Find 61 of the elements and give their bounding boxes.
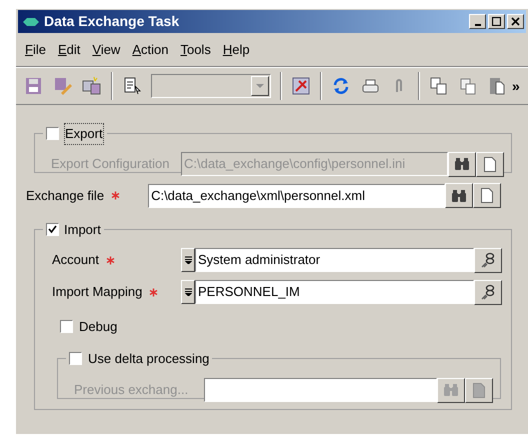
lookup-icon	[480, 252, 496, 268]
field-label: Exchange file	[26, 186, 106, 205]
document-icon	[481, 188, 494, 203]
text-field[interactable]	[204, 378, 437, 402]
close-icon	[511, 17, 520, 26]
document-icon	[487, 76, 507, 96]
window-title: Data Exchange Task	[44, 12, 180, 31]
minimize-button[interactable]	[469, 14, 486, 29]
menu-item[interactable]: Help	[218, 40, 255, 60]
menu-item[interactable]: Action	[127, 40, 174, 60]
field-label: Export Configuration	[51, 155, 171, 174]
binoculars-icon	[443, 384, 459, 396]
checkbox-label: Import	[64, 221, 101, 239]
menu-button[interactable]	[181, 280, 195, 304]
documents-icon	[82, 76, 102, 96]
minimize-icon	[474, 24, 480, 26]
checkbox[interactable]	[69, 352, 82, 366]
document-icon	[473, 382, 485, 398]
menu-item[interactable]: View	[87, 40, 126, 60]
binoculars-icon	[451, 190, 468, 202]
toolbar-dropdown[interactable]	[151, 74, 271, 98]
binoculars-icon	[454, 158, 470, 170]
text-field[interactable]: C:\data_exchange\xml\personnel.xml	[148, 184, 446, 208]
menu-item[interactable]: Tools	[175, 40, 216, 60]
copy-icon	[458, 76, 478, 96]
checkbox-label: Export	[64, 123, 104, 144]
cancel-icon	[291, 76, 311, 96]
checkbox[interactable]	[60, 320, 73, 333]
text-field[interactable]: PERSONNEL_IM	[195, 280, 474, 304]
menu-icon	[184, 256, 192, 264]
document-icon	[484, 156, 496, 172]
text-field[interactable]: System administrator	[195, 248, 474, 272]
new-file-button[interactable]	[473, 183, 502, 208]
lookup-button[interactable]	[474, 280, 502, 304]
field-label: Account	[52, 251, 100, 270]
copy-icon	[429, 76, 449, 96]
toolbar-button[interactable]	[487, 76, 507, 96]
toolbar-button[interactable]	[122, 76, 142, 96]
lookup-button[interactable]	[474, 248, 502, 272]
menu-item[interactable]: Edit	[52, 40, 86, 60]
checkbox-label: Use delta processing	[88, 350, 210, 368]
refresh-icon	[331, 76, 351, 96]
caret-icon	[256, 84, 264, 88]
toolbar-button[interactable]	[429, 76, 449, 96]
checkbox-label: Debug	[79, 318, 118, 336]
menu-item[interactable]: File	[20, 40, 51, 60]
lookup-icon	[480, 284, 496, 300]
menu-icon	[184, 288, 192, 296]
overflow-button[interactable]: »	[512, 76, 520, 96]
browse-button[interactable]	[445, 183, 474, 208]
field-label: Import Mapping	[52, 283, 144, 302]
checkbox[interactable]	[46, 127, 59, 140]
close-button[interactable]	[507, 14, 524, 29]
field-label: Previous exchang...	[74, 381, 190, 400]
checkbox[interactable]	[46, 223, 59, 236]
floppy-pencil-icon	[53, 76, 73, 96]
maximize-button[interactable]	[488, 14, 505, 29]
menu-button[interactable]	[181, 248, 195, 272]
maximize-icon	[492, 17, 501, 26]
notepad-cursor-icon	[122, 76, 142, 96]
app-icon	[23, 16, 39, 26]
